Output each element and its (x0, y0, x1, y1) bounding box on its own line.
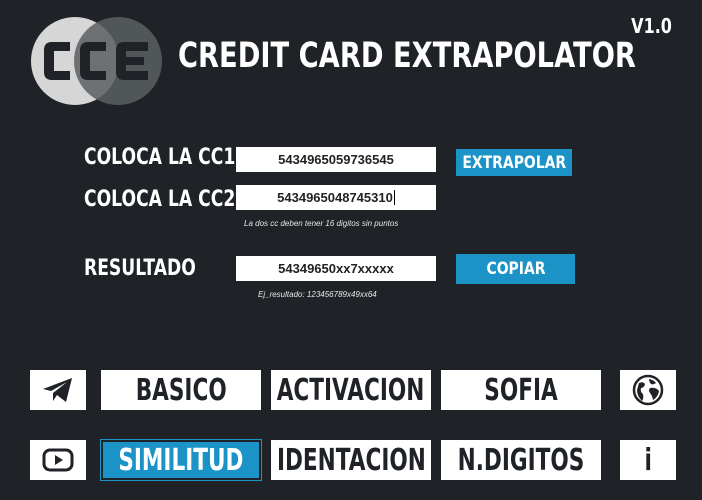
nav-basico-label: BASICO (135, 372, 227, 408)
nav-similitud-label: SIMILITUD (118, 442, 244, 478)
nav-sofia-label: SOFIA (484, 372, 558, 408)
cce-logo (31, 17, 162, 105)
nav-sofia[interactable]: SOFIA (441, 370, 601, 410)
globe-button[interactable] (620, 370, 676, 410)
nav-identacion[interactable]: IDENTACION (271, 440, 431, 480)
version-label: V1.0 (631, 14, 672, 38)
youtube-icon (42, 448, 74, 472)
result-example: Ej_resultado: 123456789x49xx64 (258, 290, 377, 299)
nav-n-digitos-label: N.DIGITOS (457, 442, 585, 478)
extrapolar-button-label: EXTRAPOLAR (462, 152, 566, 173)
cc2-value: 5434965048745310 (277, 190, 393, 205)
nav-similitud[interactable]: SIMILITUD (100, 439, 262, 481)
text-caret (393, 190, 395, 205)
result-value: 54349650xx7xxxxx (278, 261, 394, 276)
copiar-button-label: COPIAR (485, 259, 546, 279)
result-label: RESULTADO (84, 256, 196, 281)
nav-activacion[interactable]: ACTIVACION (271, 370, 431, 410)
telegram-button[interactable] (30, 370, 86, 410)
nav-identacion-label: IDENTACION (276, 442, 426, 478)
info-icon: i (644, 442, 652, 478)
telegram-icon (43, 378, 72, 402)
cc1-label: COLOCA LA CC1 (84, 145, 236, 170)
extrapolar-button[interactable]: EXTRAPOLAR (456, 149, 572, 176)
result-field[interactable]: 54349650xx7xxxxx (236, 256, 436, 281)
cc2-input[interactable]: 5434965048745310 (236, 185, 436, 210)
nav-basico[interactable]: BASICO (101, 370, 261, 410)
cc1-input[interactable]: 5434965059736545 (236, 147, 436, 172)
youtube-button[interactable] (30, 440, 86, 480)
cc2-label: COLOCA LA CC2 (84, 187, 236, 212)
copiar-button[interactable]: COPIAR (456, 254, 575, 284)
info-button[interactable]: i (620, 440, 676, 480)
nav-n-digitos[interactable]: N.DIGITOS (441, 440, 601, 480)
cc-hint: La dos cc deben tener 16 digitos sin pun… (244, 219, 399, 228)
app-title: CREDIT CARD EXTRAPOLATOR (178, 36, 636, 76)
globe-icon (632, 374, 664, 406)
cc1-value: 5434965059736545 (278, 152, 394, 167)
nav-activacion-label: ACTIVACION (277, 372, 425, 408)
